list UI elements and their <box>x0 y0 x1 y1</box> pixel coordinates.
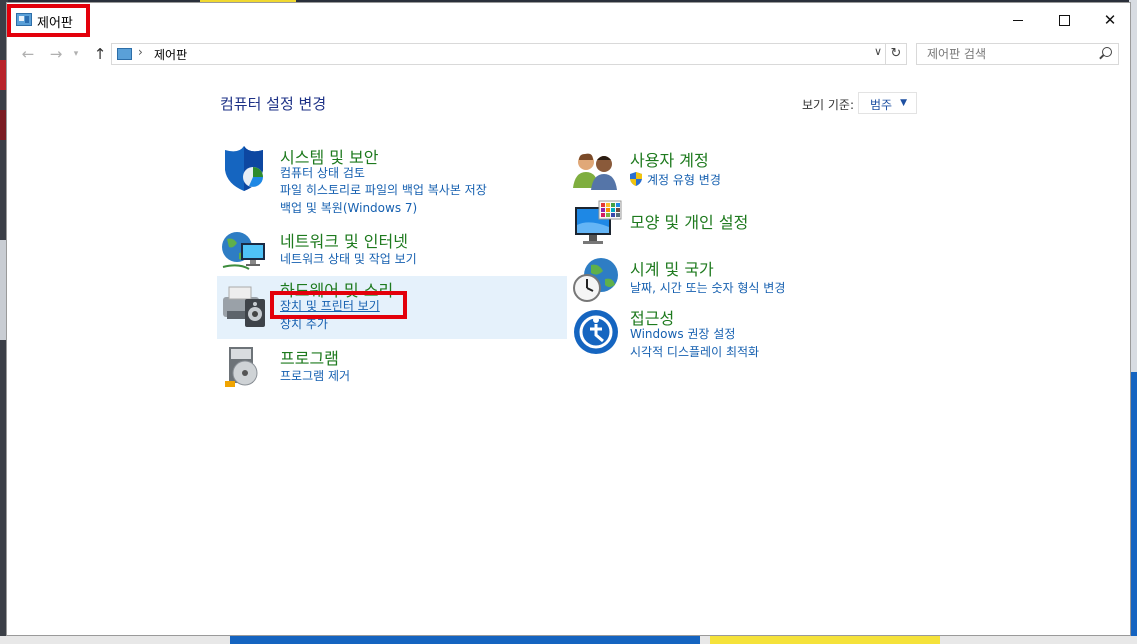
view-by-dropdown[interactable]: 범주 ▼ <box>858 92 917 114</box>
desktop-background-bottom <box>0 636 1137 644</box>
minimize-icon <box>1013 20 1023 21</box>
recent-locations-dropdown[interactable]: ▾ <box>71 45 81 63</box>
program-disc-icon[interactable] <box>221 343 271 393</box>
address-bar[interactable]: › 제어판 ∨ ↻ <box>111 43 907 65</box>
breadcrumb-chevron-icon[interactable]: › <box>138 45 143 59</box>
network-globe-icon[interactable] <box>219 225 269 275</box>
maximize-icon <box>1059 15 1070 26</box>
search-icon[interactable] <box>1102 47 1112 57</box>
link-backup-restore[interactable]: 백업 및 복원(Windows 7) <box>280 199 417 216</box>
printer-speaker-icon[interactable] <box>219 281 269 331</box>
navigation-bar: ← → ▾ ↑ › 제어판 ∨ ↻ <box>7 39 1130 69</box>
link-uninstall-program[interactable]: 프로그램 제거 <box>280 367 350 384</box>
shield-icon[interactable] <box>219 144 269 194</box>
link-windows-recommended-settings[interactable]: Windows 권장 설정 <box>630 325 735 342</box>
close-icon: ✕ <box>1103 11 1117 29</box>
category-clock-region[interactable]: 시계 및 국가 <box>630 256 714 280</box>
highlight-box-devices-printers <box>270 291 407 319</box>
search-input[interactable] <box>925 46 1099 62</box>
forward-button[interactable]: → <box>47 45 65 63</box>
control-panel-icon <box>117 48 132 60</box>
view-by-value: 범주 <box>870 98 893 112</box>
refresh-button[interactable]: ↻ <box>885 44 906 64</box>
control-panel-window: 제어판 ✕ ← → ▾ ↑ › 제어판 ∨ ↻ 컴퓨터 설정 변경 보기 기준:… <box>6 2 1131 636</box>
chevron-down-icon: ▼ <box>900 98 907 108</box>
title-bar[interactable]: 제어판 ✕ <box>7 3 1130 39</box>
highlight-box-title <box>7 4 90 37</box>
uac-shield-icon <box>629 171 643 186</box>
link-optimize-visual-display[interactable]: 시각적 디스플레이 최적화 <box>630 343 759 360</box>
link-review-computer-status[interactable]: 컴퓨터 상태 검토 <box>280 164 365 181</box>
category-user-accounts[interactable]: 사용자 계정 <box>630 147 709 171</box>
category-programs[interactable]: 프로그램 <box>280 345 339 369</box>
close-button[interactable]: ✕ <box>1087 3 1133 37</box>
maximize-button[interactable] <box>1041 3 1087 37</box>
up-button[interactable]: ↑ <box>91 45 109 63</box>
search-box[interactable] <box>916 43 1119 65</box>
link-network-status-tasks[interactable]: 네트워크 상태 및 작업 보기 <box>280 250 417 267</box>
breadcrumb-control-panel[interactable]: 제어판 <box>154 46 187 63</box>
view-by-label: 보기 기준: <box>802 98 855 112</box>
category-appearance-personalization[interactable]: 모양 및 개인 설정 <box>630 209 748 233</box>
link-file-history-backup[interactable]: 파일 히스토리로 파일의 백업 복사본 저장 <box>280 181 487 198</box>
category-network-internet[interactable]: 네트워크 및 인터넷 <box>280 228 408 252</box>
page-title: 컴퓨터 설정 변경 <box>220 95 327 113</box>
address-dropdown-icon[interactable]: ∨ <box>874 45 882 58</box>
monitor-palette-icon[interactable] <box>573 199 623 249</box>
link-change-account-type[interactable]: 계정 유형 변경 <box>647 171 721 188</box>
back-button[interactable]: ← <box>19 45 37 63</box>
link-change-date-time-format[interactable]: 날짜, 시간 또는 숫자 형식 변경 <box>630 279 785 296</box>
clock-globe-icon[interactable] <box>571 255 621 305</box>
minimize-button[interactable] <box>995 3 1041 37</box>
accessibility-icon[interactable] <box>571 307 621 357</box>
users-icon[interactable] <box>571 148 621 198</box>
